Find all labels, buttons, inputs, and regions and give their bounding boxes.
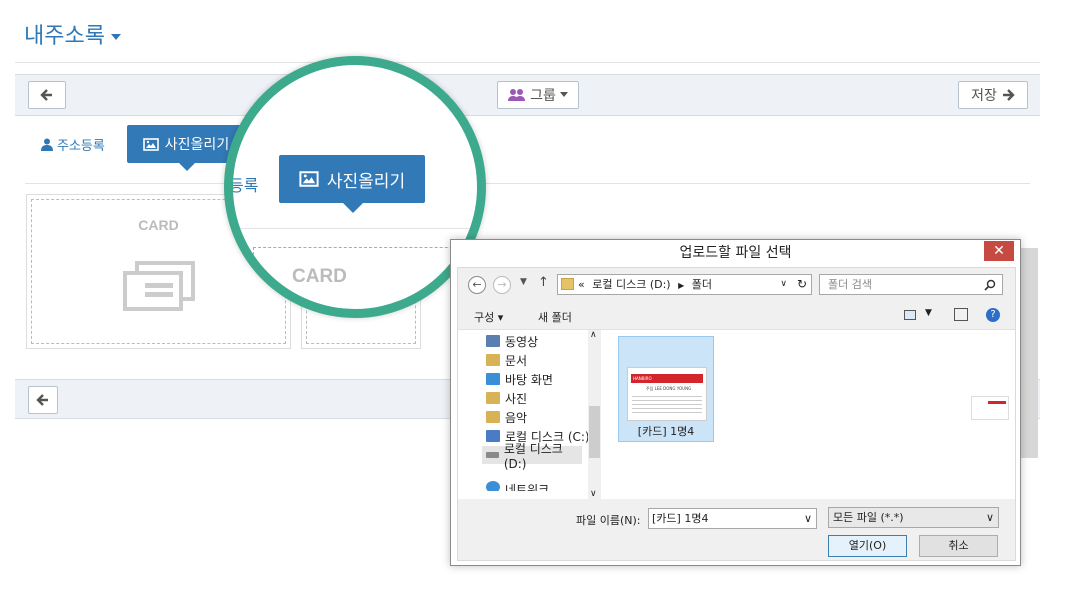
filetype-select[interactable]: 모든 파일 (*.*) ∨	[828, 507, 999, 528]
filename-label: 파일 이름(N):	[576, 514, 641, 527]
caret-down-icon	[559, 92, 568, 97]
tab-photo-label: 사진올리기	[164, 137, 230, 153]
page-title-text: 내주소록	[24, 24, 105, 49]
tree-item-documents[interactable]: 문서	[486, 351, 527, 369]
zoom-tab-address-label: 등록	[229, 176, 259, 195]
tree-scrollbar[interactable]: ∧ ∨	[588, 330, 601, 499]
dialog-title: 업로드할 파일 선택	[679, 245, 792, 261]
users-icon	[508, 89, 526, 101]
zoom-callout: 등록 사진올리기 CARD	[224, 56, 486, 318]
zoom-card-label: CARD	[292, 266, 347, 287]
save-label: 저장	[971, 88, 997, 104]
group-label: 그룹	[530, 88, 556, 104]
new-folder-button[interactable]: 새 폴더	[538, 309, 572, 325]
folder-icon	[486, 373, 500, 385]
open-button[interactable]: 열기(O)	[828, 535, 907, 557]
address-segment-drive[interactable]: 로컬 디스크 (D:)	[592, 278, 670, 291]
tree-item-drive-d[interactable]: 로컬 디스크 (D:)	[482, 442, 582, 471]
filename-input[interactable]: [카드] 1명4 ∨	[648, 508, 817, 529]
divider	[233, 228, 477, 229]
save-button[interactable]: 저장	[958, 81, 1028, 109]
drive-icon	[486, 452, 499, 458]
divider	[15, 62, 1040, 63]
chevron-down-icon: ∨	[985, 511, 994, 524]
search-input[interactable]: 폴더 검색	[819, 274, 1003, 295]
arrow-left-icon	[40, 89, 52, 101]
view-options-icon[interactable]	[904, 310, 916, 320]
tree-item-network[interactable]: 네트워크	[486, 481, 549, 491]
zoom-card-slot: CARD	[253, 247, 477, 309]
top-toolbar: 그룹 저장	[15, 74, 1040, 116]
group-dropdown-button[interactable]: 그룹	[497, 81, 579, 109]
tree-item-videos[interactable]: 동영상	[486, 332, 538, 350]
folder-icon	[486, 392, 500, 404]
network-icon	[486, 481, 500, 491]
address-prefix: «	[578, 278, 585, 291]
cancel-button[interactable]: 취소	[919, 535, 998, 557]
folder-tree: 동영상 문서 바탕 화면 사진 음악 로컬 디스크 (C:) 로컬 디스크 (D…	[458, 330, 601, 499]
chevron-down-icon	[110, 34, 121, 40]
view-dropdown-icon[interactable]: ▼	[925, 308, 932, 318]
scroll-down-icon[interactable]: ∨	[590, 489, 597, 499]
business-card-icon	[123, 261, 195, 311]
back-nav-button[interactable]: ←	[468, 276, 486, 294]
file-item[interactable]: HANBIRO 주임 LEE DONG YOUNG [카드] 1명4	[618, 336, 714, 442]
tab-address[interactable]: 주소등록	[41, 135, 105, 154]
scroll-thumb[interactable]	[589, 406, 600, 458]
page-title[interactable]: 내주소록	[24, 18, 121, 50]
zoom-tab-photo-label: 사진올리기	[326, 171, 406, 192]
folder-icon	[561, 278, 574, 290]
folder-icon	[486, 335, 500, 347]
address-segment-folder[interactable]: 폴더	[692, 278, 712, 291]
folder-icon	[486, 354, 500, 366]
tree-item-music[interactable]: 음악	[486, 408, 527, 426]
zoom-tab-photo: 사진올리기	[279, 155, 425, 213]
back-button[interactable]	[28, 81, 66, 109]
thumb-lines	[632, 396, 702, 414]
file-thumbnail: HANBIRO 주임 LEE DONG YOUNG	[627, 367, 707, 421]
command-bar: 구성 ▾ 새 폴더 ▼ ?	[458, 302, 1015, 328]
search-placeholder: 폴더 검색	[828, 278, 872, 291]
user-icon	[41, 138, 53, 151]
filename-value: [카드] 1명4	[652, 512, 709, 525]
tree-item-pictures[interactable]: 사진	[486, 389, 527, 407]
arrow-right-icon	[1002, 89, 1015, 101]
scroll-up-icon[interactable]: ∧	[590, 330, 597, 340]
chevron-down-icon[interactable]: ∨	[804, 509, 812, 528]
dialog-body: ← → ▼ ↑ « 로컬 디스크 (D:) ▶ 폴더 ∨ ↻ 폴더 검색 구성 …	[457, 267, 1016, 561]
address-dropdown-icon[interactable]: ∨	[780, 275, 787, 294]
dialog-footer: 파일 이름(N): [카드] 1명4 ∨ 모든 파일 (*.*) ∨ 열기(O)…	[458, 499, 1015, 562]
image-icon	[299, 171, 319, 187]
preview-pane-icon[interactable]	[954, 308, 968, 321]
file-browser-pane: 동영상 문서 바탕 화면 사진 음악 로컬 디스크 (C:) 로컬 디스크 (D…	[458, 329, 1015, 499]
thumb-header: HANBIRO	[631, 374, 703, 383]
back-button[interactable]	[28, 386, 58, 414]
close-button[interactable]: ✕	[984, 241, 1014, 261]
filetype-value: 모든 파일 (*.*)	[833, 511, 904, 524]
up-arrow-icon[interactable]: ↑	[538, 275, 549, 290]
address-row: ← → ▼ ↑ « 로컬 디스크 (D:) ▶ 폴더 ∨ ↻ 폴더 검색	[458, 268, 1015, 302]
refresh-icon[interactable]: ↻	[797, 275, 807, 294]
chevron-right-icon: ▶	[678, 281, 685, 290]
arrow-left-icon	[36, 394, 48, 406]
divider	[25, 183, 1030, 184]
tab-address-label: 주소등록	[57, 139, 105, 154]
forward-nav-button[interactable]: →	[493, 276, 511, 294]
preview-thumbnail	[971, 396, 1009, 420]
organize-button[interactable]: 구성 ▾	[474, 309, 503, 325]
drive-icon	[486, 430, 500, 442]
thumb-person: 주임 LEE DONG YOUNG	[646, 386, 692, 391]
address-bar[interactable]: « 로컬 디스크 (D:) ▶ 폴더 ∨ ↻	[557, 274, 812, 295]
folder-icon	[486, 411, 500, 423]
file-open-dialog: 업로드할 파일 선택 ✕ ← → ▼ ↑ « 로컬 디스크 (D:) ▶ 폴더 …	[450, 239, 1021, 566]
recent-dropdown-icon[interactable]: ▼	[520, 277, 527, 287]
search-icon	[984, 279, 996, 291]
tab-bar: 주소등록 사진올리기	[15, 116, 1040, 186]
image-icon	[142, 137, 159, 151]
tree-item-desktop[interactable]: 바탕 화면	[486, 370, 553, 388]
help-icon[interactable]: ?	[986, 308, 1000, 322]
file-name-caption: [카드] 1명4	[637, 425, 695, 438]
